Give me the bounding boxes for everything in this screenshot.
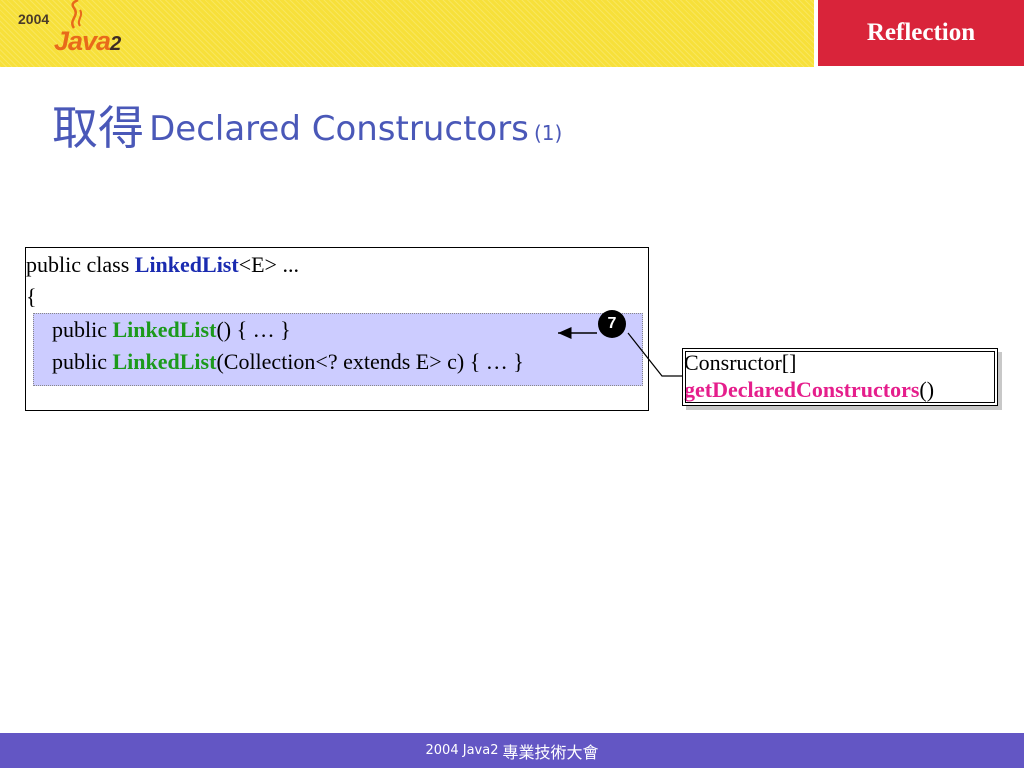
callout-inner-border (685, 351, 995, 403)
footer-year: 2004 Java2 (425, 743, 499, 758)
class-name: LinkedList (134, 252, 239, 277)
code-line-ctor-default: public LinkedList() { … } (52, 317, 291, 342)
logo-wordmark: Java2 (54, 26, 121, 56)
title-main: Declared Constructors (149, 109, 529, 149)
slide-title: 取得 Declared Constructors (1) (52, 92, 562, 158)
step-badge: 7 (598, 310, 626, 338)
java2-logo: 2004 Java2 (14, 0, 144, 66)
footer-bar: 2004 Java2 專業技術大會 (0, 733, 1024, 768)
logo-year: 2004 (18, 11, 50, 27)
title-cjk: 取得 (52, 101, 144, 155)
footer-event: 專業技術大會 (502, 742, 599, 762)
section-tab: Reflection (818, 0, 1024, 66)
code-line-ctor-collection: public LinkedList(Collection<? extends E… (52, 349, 524, 374)
callout-box: Consructor[] getDeclaredConstructors() (682, 348, 998, 406)
code-line-brace: { (26, 284, 37, 309)
code-line-class: public class LinkedList<E> ... (26, 252, 299, 277)
ctor-name: LinkedList (112, 349, 217, 374)
title-number: (1) (533, 121, 563, 145)
ctor-name: LinkedList (112, 317, 217, 342)
header-bar: 2004 Java2 Reflection (0, 0, 1024, 67)
